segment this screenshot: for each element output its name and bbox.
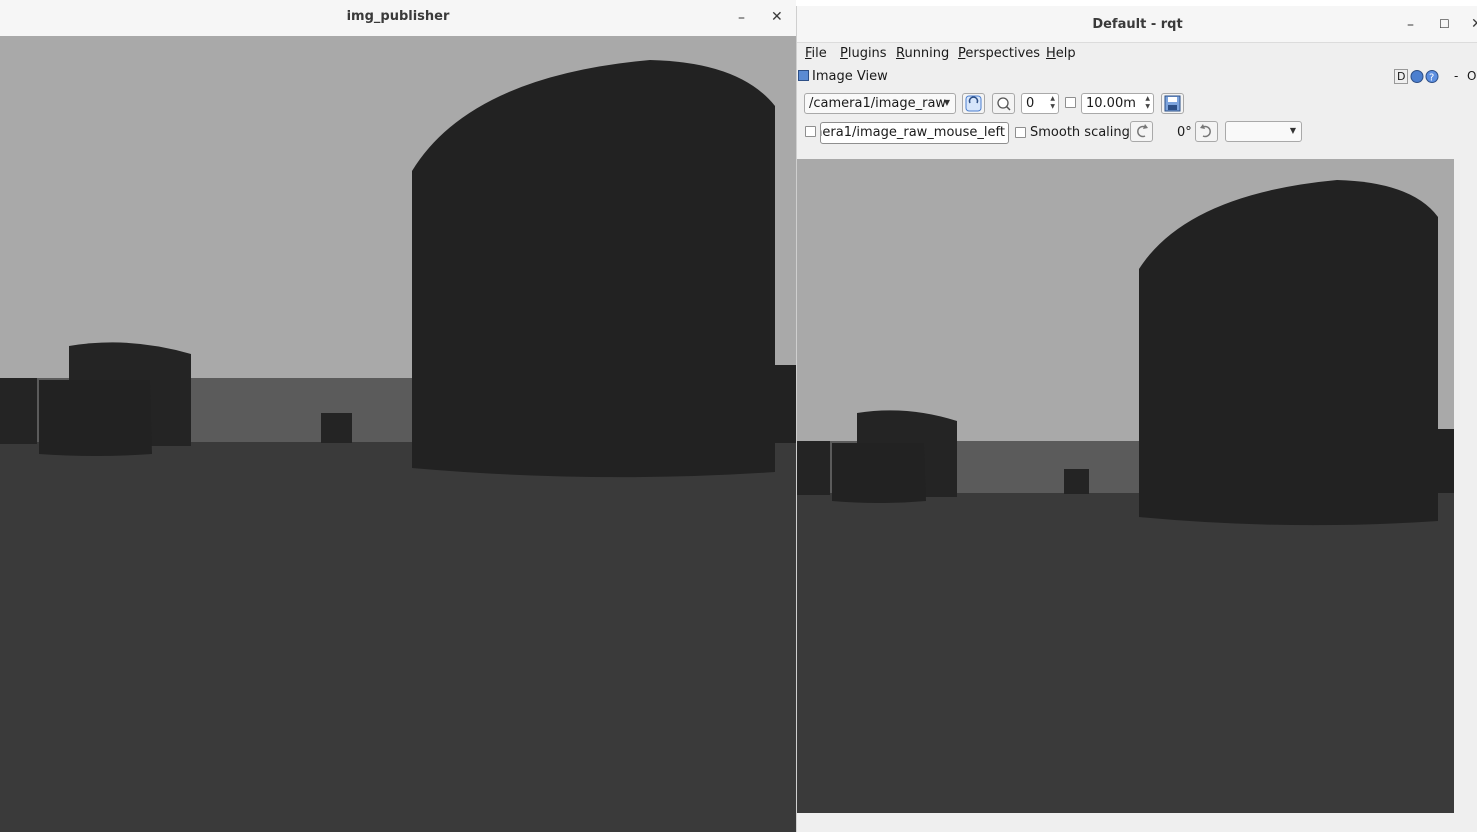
box-left [0,378,37,444]
smooth-scaling-checkbox[interactable] [1015,127,1026,138]
cylinder-large [1139,180,1438,526]
dock-minimize-icon[interactable]: - [1454,69,1458,83]
box-small [321,413,352,443]
rotation-label: 0° [1177,125,1192,140]
window-title: Default - rqt [1092,17,1183,32]
num-gridlines-spinbox[interactable]: 0 ▲ ▼ [1021,93,1059,114]
close-icon[interactable]: ✕ [771,10,783,24]
box-middle [39,380,152,456]
reload-help-icon[interactable]: ? [1410,69,1442,84]
menu-perspectives[interactable]: Perspectives [958,46,1040,61]
spin-arrows-icon[interactable]: ▲ ▼ [1145,95,1150,111]
refresh-topics-button[interactable] [962,93,985,114]
chevron-down-icon: ▼ [1289,126,1296,135]
menu-running[interactable]: Running [896,46,949,61]
help-badge[interactable]: D [1394,69,1409,84]
box-middle [832,443,926,503]
chevron-down-icon: ▼ [943,98,950,107]
menu-plugins[interactable]: Plugins [840,46,887,61]
mouse-topic-field[interactable]: amera1/image_raw_mouse_left [820,122,1009,144]
spin-arrows-icon[interactable]: ▲ ▼ [1050,95,1055,111]
maximize-icon[interactable]: ☐ [1439,17,1450,31]
mouse-topic-value: amera1/image_raw_mouse_left [820,125,1005,140]
img-publisher-window: img_publisher – ✕ [0,0,796,832]
minimize-icon[interactable]: – [738,11,745,25]
topic-value: /camera1/image_raw [809,96,947,111]
camera-image-view[interactable] [797,159,1454,813]
ground [797,493,1454,813]
ground [0,442,796,832]
rotate-left-button[interactable] [1130,121,1153,142]
zoom-icon [997,97,1011,111]
menu-file[interactable]: File [805,46,827,61]
svg-text:?: ? [1429,73,1434,84]
cylinder-large [412,60,775,478]
zoom-fit-button[interactable] [992,93,1015,114]
camera-image-publisher [0,36,796,832]
max-range-value: 10.00m [1086,96,1136,111]
color-scheme-select[interactable]: ▼ [1225,121,1302,142]
close-icon[interactable]: ✕ [1471,17,1477,31]
rotate-left-icon [1137,124,1148,138]
dynamic-range-checkbox[interactable] [1065,97,1076,108]
menu-bar: File Plugins Running Perspectives Help [797,43,1477,65]
spin-value: 0 [1026,96,1035,111]
save-icon [1164,95,1181,112]
save-image-button[interactable] [1161,93,1184,114]
max-range-spinbox[interactable]: 10.00m ▲ ▼ [1081,93,1154,114]
rotate-right-icon [1200,124,1211,138]
refresh-icon [965,95,982,112]
dock-title: Image View [812,69,888,84]
box-left [797,441,830,495]
rotate-right-button[interactable] [1195,121,1218,142]
titlebar[interactable]: img_publisher – ✕ [0,0,796,37]
menu-help[interactable]: Help [1046,46,1076,61]
image-view-dock-title: Image View D ? - O [797,68,1477,86]
topic-select[interactable]: /camera1/image_raw ▼ [804,93,956,114]
image-view-icon [798,70,809,81]
smooth-scaling-label: Smooth scaling [1030,125,1130,140]
publish-mouse-checkbox[interactable] [805,126,816,137]
minimize-icon[interactable]: – [1407,18,1414,32]
titlebar[interactable]: Default - rqt – ☐ ✕ [797,6,1477,43]
box-small [1064,469,1089,494]
box-right-edge [775,365,796,443]
window-title: img_publisher [346,9,450,24]
box-right-edge [1438,429,1454,493]
rqt-window: Default - rqt – ☐ ✕ File Plugins Running… [796,6,1477,832]
dock-close-icon[interactable]: O [1467,69,1476,83]
